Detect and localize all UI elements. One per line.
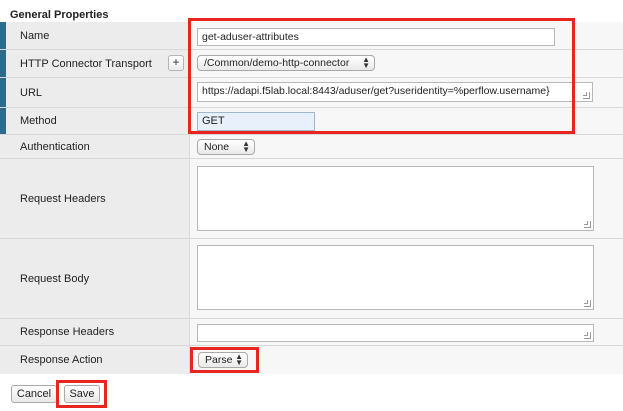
label-cell: Response Headers (0, 319, 190, 345)
cancel-button[interactable]: Cancel (11, 385, 57, 403)
value-cell (190, 319, 623, 345)
row-authentication: Authentication None ▲ ▼ (0, 135, 623, 159)
resize-handle-icon[interactable] (584, 332, 591, 339)
label-cell: Response Action (0, 346, 190, 374)
value-cell (190, 239, 623, 318)
name-label: Name (20, 29, 50, 42)
resize-handle-icon[interactable] (584, 221, 591, 228)
resize-handle-icon[interactable] (584, 300, 591, 307)
request-headers-label: Request Headers (20, 192, 106, 205)
label-cell: Request Body (0, 239, 190, 318)
row-response-action: Response Action Parse ▲ ▼ (0, 346, 623, 374)
highlight-box-save (56, 380, 107, 408)
label-cell: Name (0, 22, 190, 49)
authentication-selected: None (204, 141, 230, 153)
row-request-body: Request Body (0, 239, 623, 319)
label-cell: Authentication (0, 135, 190, 158)
value-cell (190, 159, 623, 238)
authentication-select[interactable]: None ▲ ▼ (197, 139, 255, 155)
label-cell: Request Headers (0, 159, 190, 238)
response-action-label: Response Action (20, 354, 103, 366)
row-request-headers: Request Headers (0, 159, 623, 239)
response-headers-label: Response Headers (20, 326, 115, 338)
row-response-headers: Response Headers (0, 319, 623, 346)
highlight-box-response-action (190, 347, 259, 373)
up-down-arrows-icon: ▲ ▼ (242, 139, 250, 154)
add-transport-button[interactable]: + (168, 55, 184, 71)
value-cell: None ▲ ▼ (190, 135, 623, 158)
response-headers-textarea[interactable] (197, 324, 594, 342)
authentication-label: Authentication (20, 140, 90, 153)
label-cell: HTTP Connector Transport (0, 50, 190, 77)
request-headers-textarea[interactable] (197, 166, 594, 231)
resize-handle-icon[interactable] (583, 92, 590, 99)
url-label: URL (20, 86, 43, 99)
method-label: Method (20, 115, 57, 127)
label-cell: Method (0, 108, 190, 134)
section-title: General Properties (10, 9, 109, 21)
label-cell: URL (0, 78, 190, 107)
highlight-box-required-fields (188, 18, 575, 134)
transport-label: HTTP Connector Transport (20, 57, 152, 70)
request-body-textarea[interactable] (197, 245, 594, 310)
request-body-label: Request Body (20, 272, 90, 285)
